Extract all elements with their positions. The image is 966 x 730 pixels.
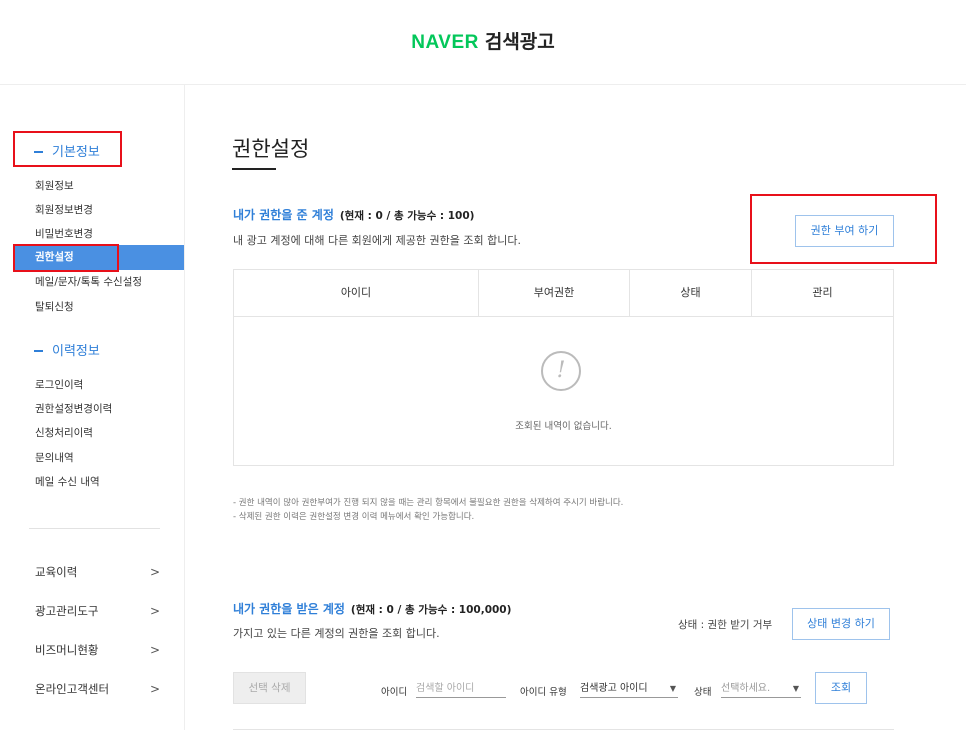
sidebar-link-label: 온라인고객센터 (35, 682, 110, 696)
column-header-id: 아이디 (234, 270, 479, 316)
title-underline (232, 168, 276, 170)
chevron-right-icon: > (149, 565, 160, 579)
chevron-right-icon: > (149, 604, 160, 618)
sidebar-item-permission-change-history[interactable]: 권한설정변경이력 (35, 400, 112, 418)
naver-searchad-logo[interactable]: NAVER 검색광고 (0, 27, 966, 54)
notice-text: - 삭제된 권한 이력은 권한설정 변경 이력 메뉴에서 확인 가능합니다. (233, 512, 475, 522)
sidebar-section-history-info[interactable]: 이력정보 (34, 340, 100, 359)
column-header-manage: 관리 (812, 286, 833, 299)
annotation-highlight-box (13, 244, 119, 272)
annotation-highlight-box (750, 194, 937, 264)
service-name: 검색광고 (484, 31, 555, 53)
status-select-value: 선택하세요. (721, 683, 771, 694)
sidebar-link-label: 교육이력 (35, 565, 78, 579)
given-section-title: 내가 권한을 준 계정 (233, 208, 334, 222)
sidebar-link-label: 광고관리도구 (35, 604, 99, 618)
id-type-label: 아이디 유형 (520, 687, 567, 698)
sidebar-link-ad-management-tool[interactable]: 광고관리도구 > (35, 601, 160, 621)
id-type-value: 검색광고 아이디 (580, 683, 648, 694)
given-permissions-table: 아이디 부여권한 상태 관리 ! 조회된 내역이 없습니다. (233, 269, 894, 466)
change-status-button[interactable]: 상태 변경 하기 (792, 608, 890, 640)
column-header-status: 상태 (630, 270, 752, 316)
column-header-granted-permission: 부여권한 (479, 270, 630, 316)
given-section-count: (현재 : 0 / 총 가능수 : 100) (339, 210, 475, 222)
sidebar-item-mail-history[interactable]: 메일 수신 내역 (35, 473, 100, 491)
id-filter-label: 아이디 (381, 687, 408, 698)
annotation-highlight-box (13, 131, 122, 167)
dropdown-caret-icon: ▼ (669, 684, 676, 693)
sidebar-section-label: 이력정보 (52, 344, 100, 359)
given-section-description: 내 광고 계정에 대해 다른 회원에게 제공한 권한을 조회 합니다. (233, 234, 521, 247)
sidebar-link-bizmoney[interactable]: 비즈머니현황 > (35, 640, 160, 660)
received-section-heading: 내가 권한을 받은 계정 (현재 : 0 / 총 가능수 : 100,000) (233, 600, 511, 617)
sidebar-item-password-change[interactable]: 비밀번호변경 (35, 225, 93, 243)
status-filter-label: 상태 (694, 687, 712, 698)
dropdown-caret-icon: ▼ (792, 684, 799, 693)
id-type-select[interactable]: 검색광고 아이디 ▼ (580, 680, 678, 698)
naver-logo: NAVER (411, 32, 479, 53)
empty-state-icon: ! (541, 351, 581, 391)
page-title: 권한설정 (232, 137, 310, 161)
given-section-heading: 내가 권한을 준 계정 (현재 : 0 / 총 가능수 : 100) (233, 206, 474, 223)
sidebar-item-member-info[interactable]: 회원정보 (35, 177, 74, 195)
notice-text: - 권한 내역이 많아 권한부여가 진행 되지 않을 때는 관리 항목에서 불필… (233, 498, 624, 508)
sidebar-link-education-history[interactable]: 교육이력 > (35, 562, 160, 582)
sidebar-item-withdrawal[interactable]: 탈퇴신청 (35, 298, 74, 316)
receive-status-text: 상태 : 권한 받기 거부 (678, 619, 773, 631)
chevron-right-icon: > (149, 643, 160, 657)
sidebar-item-inquiry-history[interactable]: 문의내역 (35, 449, 74, 467)
sidebar-link-customer-center[interactable]: 온라인고객센터 > (35, 679, 160, 699)
delete-selected-button[interactable]: 선택 삭제 (233, 672, 306, 704)
received-section-count: (현재 : 0 / 총 가능수 : 100,000) (350, 604, 512, 616)
received-section-title: 내가 권한을 받은 계정 (233, 602, 345, 616)
sidebar-item-request-history[interactable]: 신청처리이력 (35, 424, 93, 442)
sidebar-item-login-history[interactable]: 로그인이력 (35, 376, 83, 394)
search-button[interactable]: 조회 (815, 672, 867, 704)
empty-state-text: 조회된 내역이 없습니다. (515, 421, 612, 432)
chevron-right-icon: > (149, 682, 160, 696)
sidebar-divider (29, 528, 160, 529)
sidebar-item-member-info-change[interactable]: 회원정보변경 (35, 201, 93, 219)
table-header: 아이디 부여권한 상태 관리 (234, 270, 893, 317)
collapse-icon (34, 349, 43, 352)
sidebar-link-label: 비즈머니현황 (35, 643, 99, 657)
status-select[interactable]: 선택하세요. ▼ (721, 680, 801, 698)
sidebar-item-notification-settings[interactable]: 메일/문자/톡톡 수신설정 (35, 273, 142, 291)
id-search-input[interactable]: 검색할 아이디 (416, 680, 506, 698)
received-section-description: 가지고 있는 다른 계정의 권한을 조회 합니다. (233, 627, 440, 640)
page-header: NAVER 검색광고 (0, 0, 966, 85)
